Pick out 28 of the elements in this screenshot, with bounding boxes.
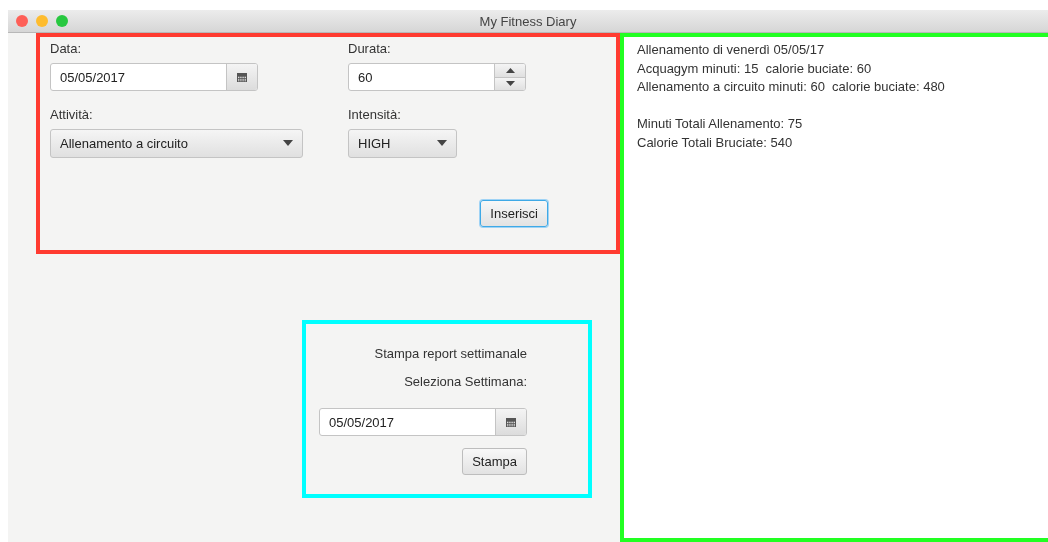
field-label: Durata: [348, 41, 391, 58]
caret-icon [437, 140, 447, 147]
date-picker[interactable]: 05/05/2017 [319, 408, 527, 436]
output-line: Allenamento di venerdì 05/05/17 [637, 41, 825, 59]
date-picker[interactable]: 05/05/2017 [50, 63, 258, 91]
field-label: Attività: [50, 106, 93, 124]
field-label: Seleziona Settimana: [404, 374, 527, 391]
total-line: Minuti Totali Allenamento: 75 [637, 115, 803, 133]
report-title: Stampa report settimanale [374, 346, 527, 363]
output-line: Acquagym minuti: 15 calorie buciate: 60 [637, 59, 872, 78]
field-label: Intensità: [348, 106, 401, 124]
output-line: Allenamento a circuito minuti: 60 calorie buciate: 480 [637, 78, 945, 96]
submit-button[interactable]: Inserisci [480, 199, 548, 227]
total-line: Calorie Totali Bruciate: 540 [637, 133, 793, 152]
field-label: Data: [50, 41, 82, 58]
number-spinner[interactable]: 60 [348, 63, 526, 91]
intensity-dropdown[interactable]: HIGH [348, 128, 457, 158]
close-button[interactable] [16, 15, 28, 27]
caret-icon [283, 140, 293, 147]
down-arrow-icon [505, 81, 515, 87]
zoom-button[interactable] [56, 15, 68, 27]
minimize-button[interactable] [36, 15, 48, 27]
activity-dropdown[interactable]: Allenamento a circuito [50, 128, 303, 158]
print-button[interactable]: Stampa [462, 448, 527, 475]
calendar-icon [506, 417, 516, 427]
up-arrow-icon [505, 67, 515, 73]
window-title: My Fitness Diary [479, 13, 577, 29]
calendar-icon [237, 72, 247, 82]
